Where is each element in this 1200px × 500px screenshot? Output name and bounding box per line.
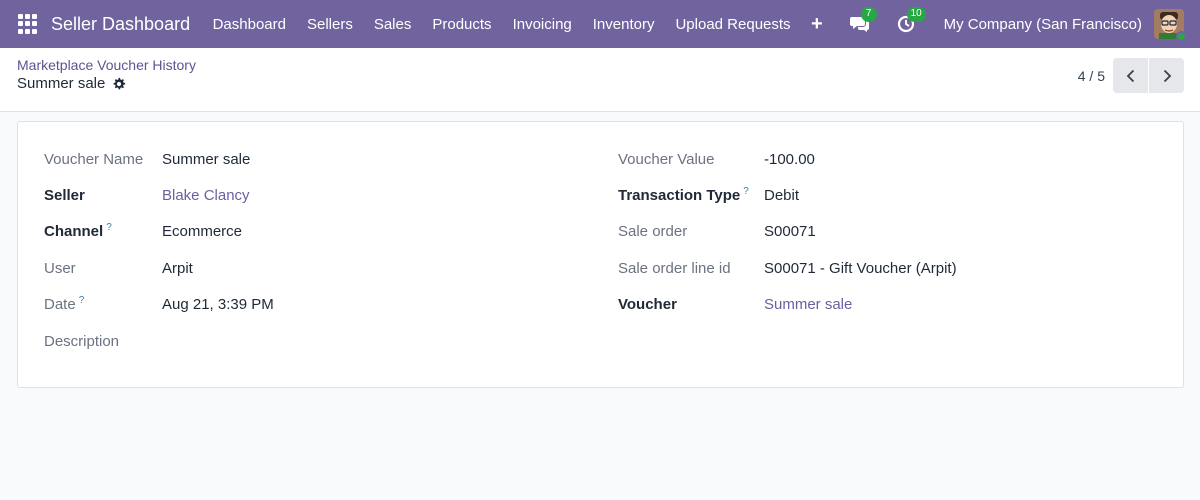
field-label: Sale order line id	[618, 260, 731, 277]
field-channel: Channel ? Ecommerce	[44, 222, 242, 240]
field-label: Sale order	[618, 223, 688, 240]
field-label: Seller	[44, 187, 85, 204]
breadcrumb-parent-link[interactable]: Marketplace Voucher History	[17, 57, 196, 73]
field-label: Voucher Value	[618, 151, 715, 168]
field-transaction-type: Transaction Type ? Debit	[618, 186, 799, 204]
menu-item-dashboard[interactable]: Dashboard	[202, 16, 296, 33]
field-label: Description	[44, 333, 120, 350]
menu-item-sellers[interactable]: Sellers	[296, 16, 363, 33]
activities-button[interactable]: 10	[894, 7, 926, 36]
user-avatar[interactable]	[1154, 9, 1187, 42]
menu-item-products[interactable]: Products	[422, 16, 502, 33]
form-sheet: Voucher Name Summer sale Seller Blake Cl…	[17, 121, 1184, 388]
apps-menu-icon[interactable]	[18, 14, 38, 34]
menu-item-inventory[interactable]: Inventory	[582, 16, 665, 33]
field-value[interactable]: Aug 21, 3:39 PM	[162, 296, 274, 313]
field-voucher-name: Voucher Name Summer sale	[44, 151, 250, 168]
seller-link[interactable]: Blake Clancy	[162, 187, 250, 204]
field-value[interactable]: Summer sale	[162, 151, 250, 168]
field-label: Channel	[44, 223, 104, 240]
field-description: Description	[44, 333, 119, 350]
app-brand[interactable]: Seller Dashboard	[51, 14, 190, 35]
pager-previous-button[interactable]	[1113, 58, 1148, 93]
systray: 7 10 My Company (San Francisco)	[848, 0, 1200, 48]
field-date: Date ? Aug 21, 3:39 PM	[44, 295, 274, 313]
field-sale-order-line: Sale order line id S00071 - Gift Voucher…	[618, 260, 957, 277]
breadcrumb-current: Summer sale	[17, 75, 126, 92]
field-label: Transaction Type	[618, 187, 741, 204]
pager-value[interactable]: 4 / 5	[1078, 68, 1105, 84]
field-label: Voucher Name	[44, 151, 144, 168]
chevron-right-icon	[1163, 69, 1171, 82]
main-menu: Dashboard Sellers Sales Products Invoici…	[202, 14, 833, 34]
field-value[interactable]: Ecommerce	[162, 223, 242, 240]
field-label: User	[44, 260, 76, 277]
field-value[interactable]: -100.00	[764, 151, 815, 168]
control-panel: Marketplace Voucher History Summer sale …	[0, 48, 1200, 112]
help-tooltip-icon[interactable]: ?	[743, 186, 749, 197]
gear-icon[interactable]	[112, 77, 126, 91]
pager-next-button[interactable]	[1149, 58, 1184, 93]
messages-button[interactable]: 7	[848, 7, 877, 36]
field-voucher-value: Voucher Value -100.00	[618, 151, 815, 168]
field-voucher: Voucher Summer sale	[618, 296, 852, 313]
help-tooltip-icon[interactable]: ?	[79, 295, 85, 306]
menu-item-invoicing[interactable]: Invoicing	[502, 16, 582, 33]
field-seller: Seller Blake Clancy	[44, 187, 250, 204]
menu-item-sales[interactable]: Sales	[363, 16, 422, 33]
messages-count-badge: 7	[860, 7, 877, 22]
menu-item-upload-requests[interactable]: Upload Requests	[665, 16, 801, 33]
chevron-left-icon	[1126, 69, 1134, 82]
company-switcher[interactable]: My Company (San Francisco)	[944, 16, 1142, 33]
add-menu-icon[interactable]: +	[801, 14, 833, 34]
record-pager: 4 / 5	[1078, 58, 1184, 93]
voucher-link[interactable]: Summer sale	[764, 296, 852, 313]
top-navbar: Seller Dashboard Dashboard Sellers Sales…	[0, 0, 1200, 48]
field-sale-order: Sale order S00071	[618, 223, 816, 240]
online-status-dot	[1176, 31, 1187, 42]
field-value[interactable]: S00071 - Gift Voucher (Arpit)	[764, 260, 957, 277]
field-value[interactable]: S00071	[764, 223, 816, 240]
help-tooltip-icon[interactable]: ?	[106, 222, 112, 233]
field-user: User Arpit	[44, 260, 193, 277]
field-value[interactable]: Debit	[764, 187, 799, 204]
field-value[interactable]: Arpit	[162, 260, 193, 277]
record-title: Summer sale	[17, 75, 106, 92]
activities-count-badge: 10	[906, 7, 926, 22]
field-label: Date	[44, 296, 76, 313]
field-label: Voucher	[618, 296, 677, 313]
